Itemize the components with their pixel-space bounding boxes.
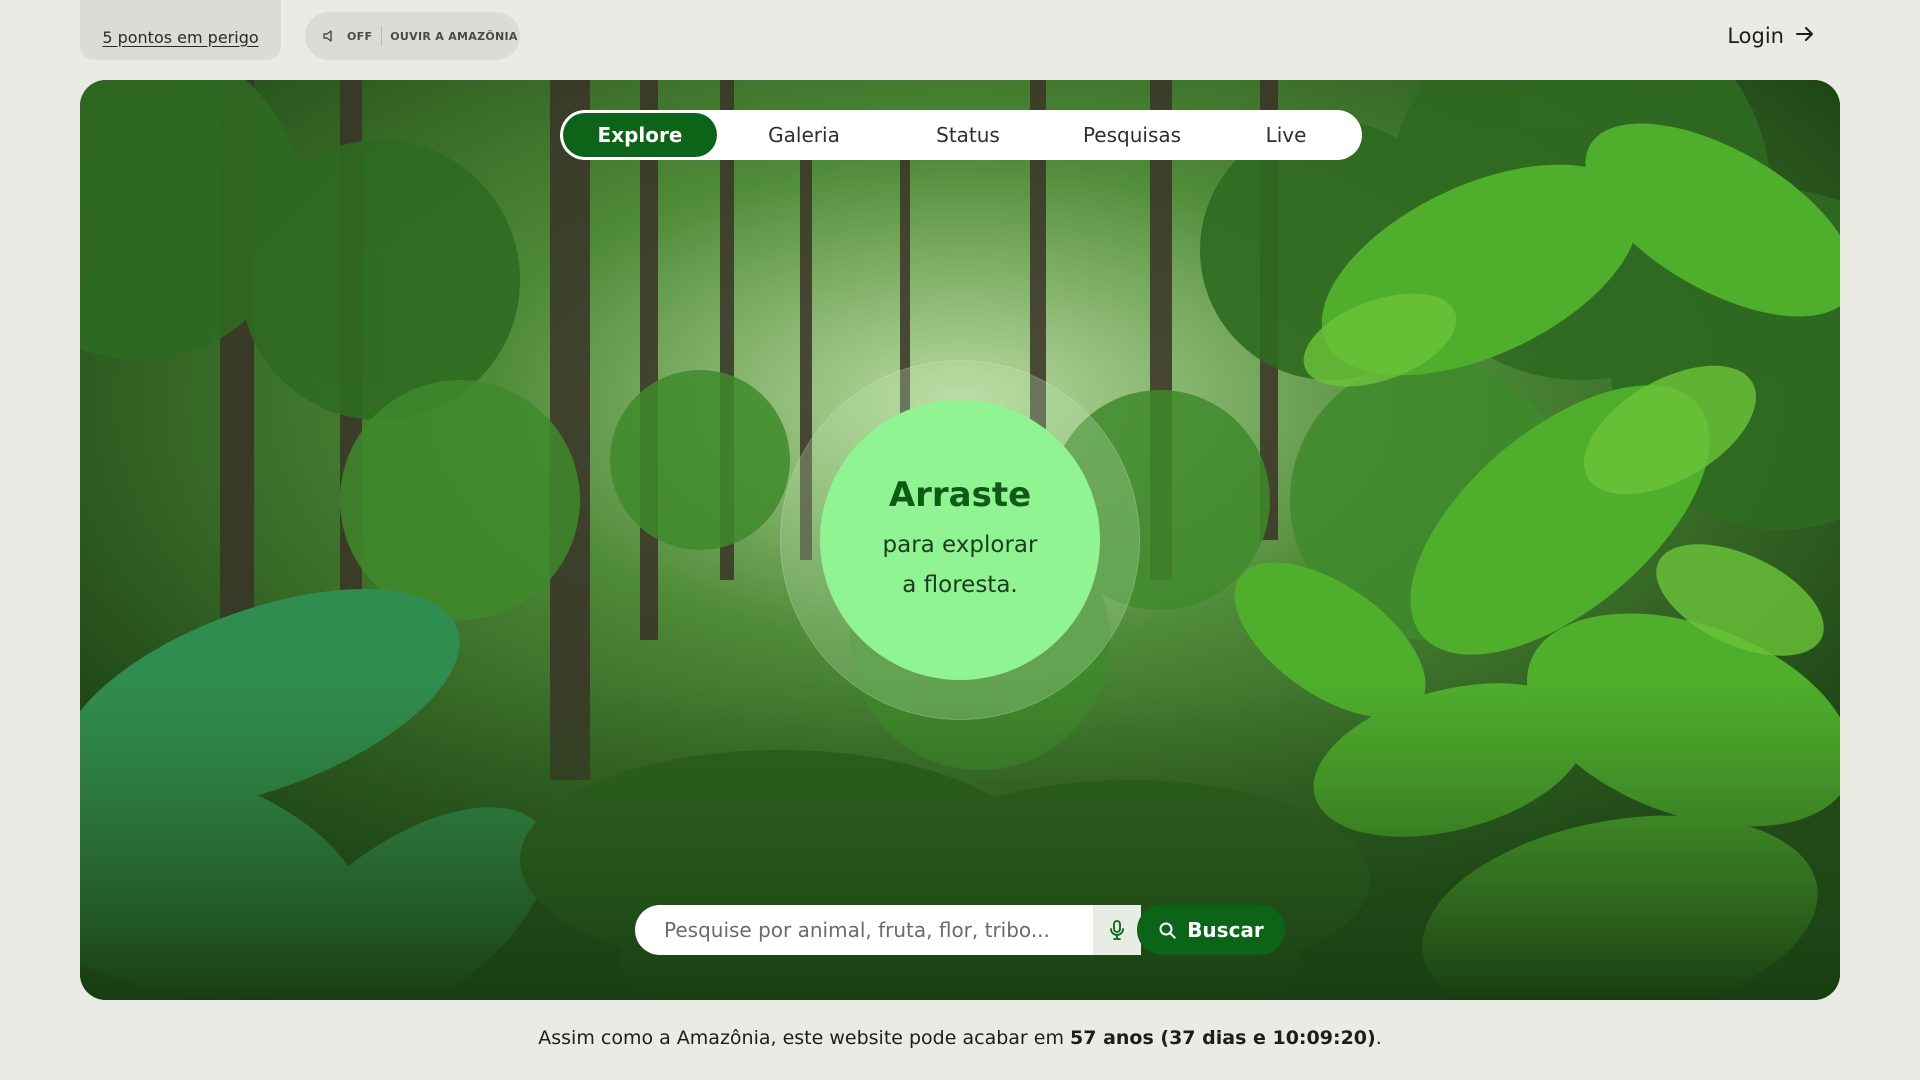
search-icon [1159, 922, 1176, 939]
tab-galeria[interactable]: Galeria [717, 113, 891, 157]
search-button[interactable]: Buscar [1137, 905, 1285, 955]
tab-status[interactable]: Status [891, 113, 1045, 157]
search-bar: Buscar [635, 905, 1285, 955]
danger-points-tab: 5 pontos em perigo [80, 0, 281, 60]
tab-explore[interactable]: Explore [563, 113, 717, 157]
audio-divider [381, 26, 383, 46]
countdown-prefix: Assim como a Amazônia, este website pode… [538, 1027, 1064, 1049]
countdown-notice: Assim como a Amazônia, este website pode… [0, 1027, 1920, 1049]
danger-points-link[interactable]: 5 pontos em perigo [102, 28, 258, 47]
tab-live[interactable]: Live [1219, 113, 1353, 157]
drag-subtitle-line1: para explorar [882, 532, 1038, 558]
forest-hero[interactable]: Explore Galeria Status Pesquisas Live Ar… [80, 80, 1840, 1000]
search-button-label: Buscar [1187, 918, 1264, 942]
audio-toggle[interactable]: OFF OUVIR A AMAZÔNIA [305, 12, 520, 60]
search-input[interactable] [662, 917, 1093, 943]
search-field[interactable] [635, 905, 1093, 955]
voice-search-button[interactable] [1093, 905, 1141, 955]
microphone-icon [1110, 920, 1124, 940]
arrow-right-icon [1794, 23, 1816, 50]
tab-pesquisas[interactable]: Pesquisas [1045, 113, 1219, 157]
drag-explore-handle[interactable]: Arraste para explorar a floresta. [820, 400, 1100, 680]
countdown-value: 57 anos (37 dias e 10:09:20) [1070, 1027, 1376, 1049]
drag-subtitle-line2: a floresta. [902, 572, 1018, 598]
login-link[interactable]: Login [1727, 20, 1816, 52]
speaker-off-icon [322, 28, 338, 44]
drag-title: Arraste [888, 475, 1032, 515]
main-nav: Explore Galeria Status Pesquisas Live [560, 110, 1362, 160]
audio-state: OFF [347, 29, 373, 43]
login-label: Login [1727, 24, 1784, 48]
countdown-suffix: . [1375, 1027, 1382, 1049]
audio-label: OUVIR A AMAZÔNIA [390, 29, 518, 43]
